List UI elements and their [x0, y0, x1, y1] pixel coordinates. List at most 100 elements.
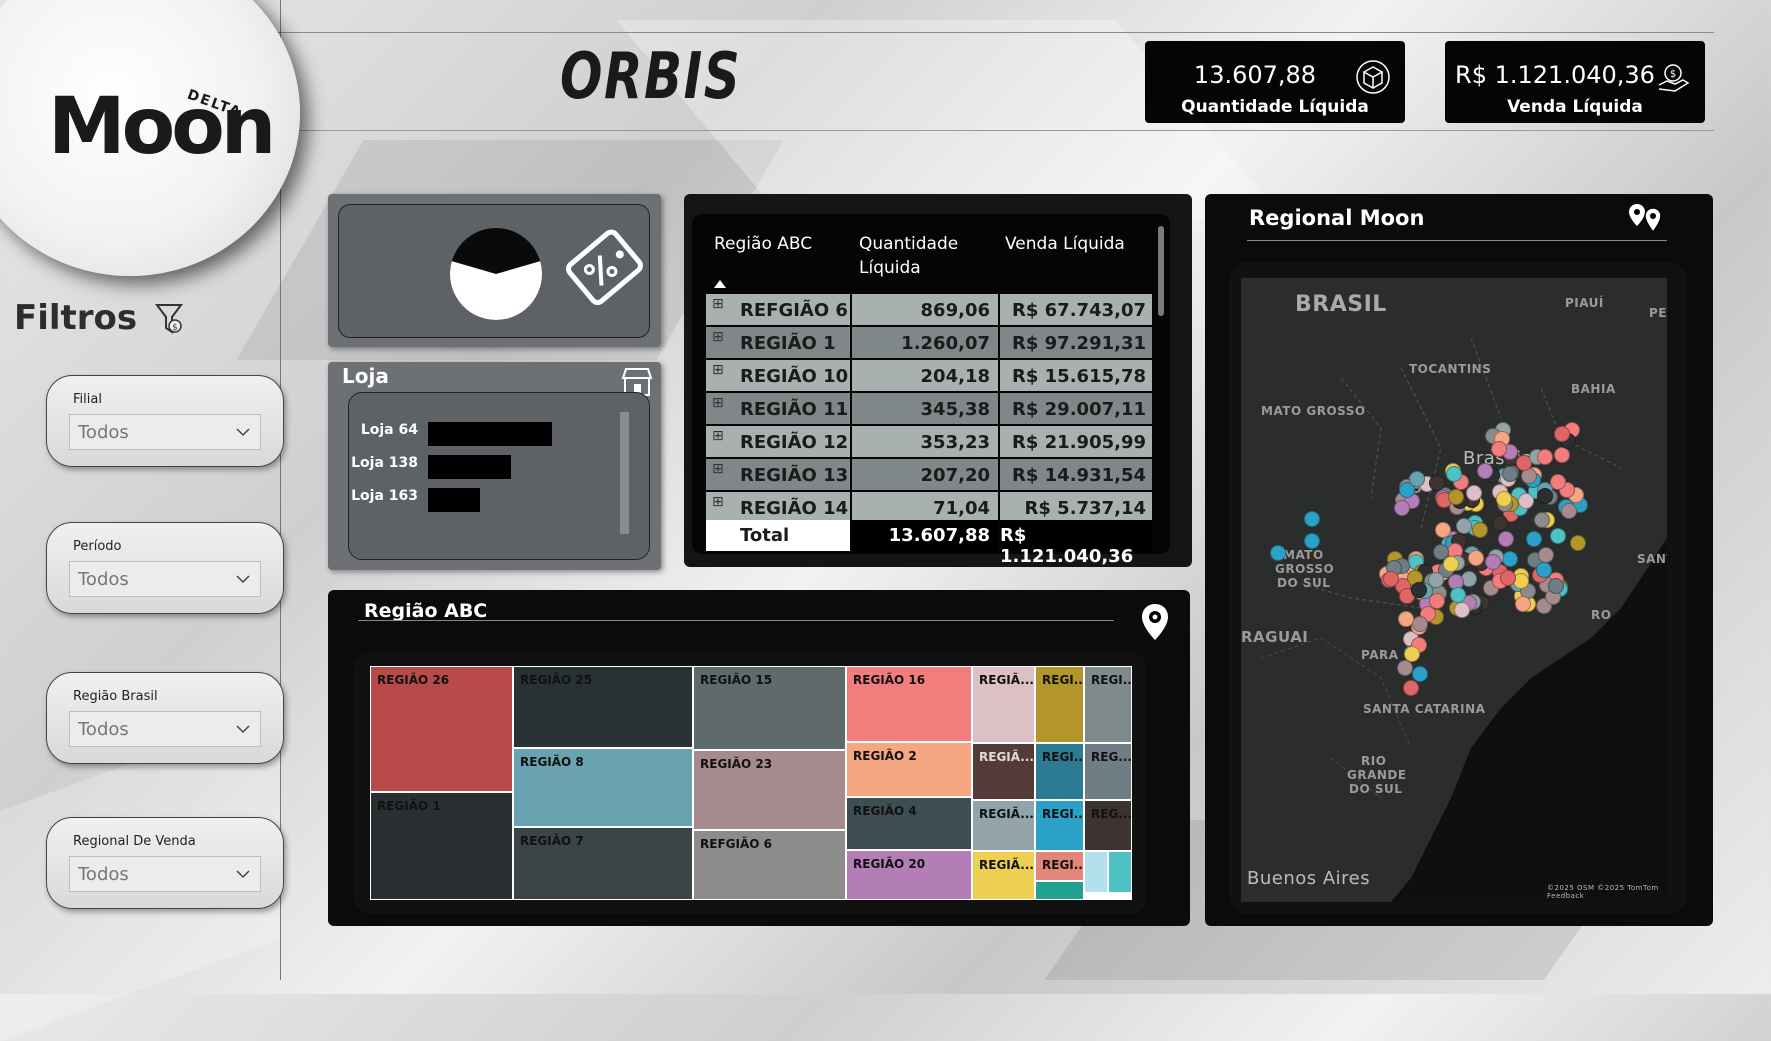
- map-point[interactable]: [1536, 561, 1553, 578]
- treemap-tile[interactable]: REGIÃO 2: [847, 743, 971, 796]
- expand-icon[interactable]: ⊞: [712, 494, 724, 510]
- map-point[interactable]: [1397, 611, 1414, 627]
- sort-ascending-icon[interactable]: [714, 280, 726, 288]
- treemap-tile[interactable]: REFGIÃO 6: [694, 831, 845, 899]
- table-row[interactable]: ⊞ REGIÃO 1 1.260,07 R$ 97.291,31: [706, 327, 1152, 359]
- loja-bar[interactable]: [428, 455, 511, 479]
- column-header-regiao[interactable]: Região ABC: [714, 232, 812, 256]
- map-point[interactable]: [1402, 680, 1419, 697]
- map-canvas[interactable]: BRASIL PIAUÍ PE TOCANTINS BAHIA MATO GRO…: [1241, 278, 1667, 902]
- treemap-tile[interactable]: REGIÃ...: [973, 667, 1034, 742]
- loja-bar[interactable]: [428, 488, 480, 512]
- treemap-tile[interactable]: REGIÃO 15: [694, 667, 845, 749]
- column-header-quantidade[interactable]: Quantidade Líquida: [859, 232, 969, 280]
- map-point[interactable]: [1448, 488, 1465, 505]
- treemap-tile[interactable]: REGIÃO 26: [371, 667, 512, 791]
- map-point[interactable]: [1435, 521, 1452, 538]
- expand-icon[interactable]: ⊞: [712, 395, 724, 411]
- treemap-tile[interactable]: [1109, 852, 1131, 892]
- map-point[interactable]: [1485, 553, 1502, 570]
- treemap-tile[interactable]: REGIÃO 16: [847, 667, 971, 741]
- filter-icon[interactable]: $: [155, 302, 185, 338]
- map-point[interactable]: [1383, 570, 1399, 587]
- expand-icon[interactable]: ⊞: [712, 296, 724, 312]
- map-point[interactable]: [1547, 577, 1564, 594]
- map-point[interactable]: [1410, 581, 1427, 598]
- map-point[interactable]: [1497, 530, 1514, 547]
- treemap-tile[interactable]: REGIÃO 25: [514, 667, 692, 747]
- table-row[interactable]: ⊞ REGIÃO 12 353,23 R$ 21.905,99: [706, 426, 1152, 458]
- treemap-tile[interactable]: REG...: [1085, 801, 1131, 850]
- map-point[interactable]: [1471, 522, 1488, 539]
- expand-icon[interactable]: ⊞: [712, 461, 724, 477]
- map-point[interactable]: [1537, 449, 1554, 466]
- treemap-tile[interactable]: REGIÃO 1: [371, 793, 512, 899]
- treemap-tile[interactable]: REGI...: [1036, 667, 1083, 742]
- cell-quantidade: 869,06: [920, 300, 990, 321]
- slicer-dropdown[interactable]: Todos: [69, 856, 261, 892]
- treemap-tile[interactable]: REG...: [1085, 744, 1131, 799]
- cell-regiao: REFGIÃO 6: [740, 300, 848, 321]
- slicer-dropdown[interactable]: Todos: [69, 561, 261, 597]
- map-point[interactable]: [1411, 616, 1428, 633]
- map-point[interactable]: [1550, 528, 1567, 545]
- map-point[interactable]: [1408, 470, 1425, 487]
- table-row[interactable]: ⊞ REFGIÃO 6 869,06 R$ 67.743,07: [706, 294, 1152, 326]
- map-point[interactable]: [1560, 503, 1577, 520]
- treemap-tile[interactable]: REGIÃ...: [973, 744, 1034, 799]
- map-point[interactable]: [1466, 484, 1483, 501]
- treemap-tile[interactable]: REGIÃO 8: [514, 749, 692, 826]
- map-point[interactable]: [1304, 511, 1320, 527]
- map-point[interactable]: [1502, 466, 1519, 483]
- loja-scrollbar[interactable]: [620, 412, 629, 534]
- treemap-tile[interactable]: REGIÃO 4: [847, 798, 971, 849]
- cell-regiao: REGIÃO 10: [740, 366, 849, 387]
- treemap-tile[interactable]: REGI...: [1036, 744, 1083, 799]
- table-row[interactable]: ⊞ REGIÃO 13 207,20 R$ 14.931,54: [706, 459, 1152, 491]
- table-row[interactable]: ⊞ REGIÃO 11 345,38 R$ 29.007,11: [706, 393, 1152, 425]
- treemap-tile[interactable]: REGIÃO 7: [514, 828, 692, 899]
- slicer-dropdown[interactable]: Todos: [69, 711, 261, 747]
- slicer-dropdown[interactable]: Todos: [69, 414, 261, 450]
- treemap-tile[interactable]: [1036, 882, 1083, 899]
- map-point[interactable]: [1394, 500, 1411, 517]
- pie-chart[interactable]: [448, 226, 544, 322]
- loja-bar[interactable]: [428, 422, 552, 446]
- map-point[interactable]: [1403, 646, 1420, 663]
- map-point[interactable]: [1553, 447, 1570, 464]
- table-scrollbar[interactable]: [1158, 226, 1164, 316]
- table-row[interactable]: ⊞ REGIÃO 10 204,18 R$ 15.615,78: [706, 360, 1152, 392]
- treemap-tile[interactable]: [1085, 852, 1107, 892]
- map-point[interactable]: [1554, 426, 1570, 442]
- map-point[interactable]: [1455, 517, 1472, 534]
- map-point[interactable]: [1518, 493, 1535, 510]
- map-point[interactable]: [1453, 601, 1470, 618]
- map-point[interactable]: [1476, 463, 1493, 480]
- map-point[interactable]: [1526, 530, 1543, 547]
- map-point[interactable]: [1495, 491, 1512, 508]
- expand-icon[interactable]: ⊞: [712, 428, 724, 444]
- treemap-tile[interactable]: REGI...: [1085, 667, 1131, 742]
- map-point[interactable]: [1304, 533, 1320, 549]
- cell-regiao: REGIÃO 1: [740, 333, 836, 354]
- map-point[interactable]: [1443, 555, 1460, 572]
- map-point[interactable]: [1445, 466, 1462, 483]
- treemap-tile[interactable]: REGI...: [1036, 852, 1083, 880]
- map-point[interactable]: [1412, 666, 1429, 683]
- treemap-tile[interactable]: REGIÃO 20: [847, 851, 971, 899]
- map-point[interactable]: [1270, 545, 1286, 561]
- map-point[interactable]: [1514, 596, 1531, 613]
- expand-icon[interactable]: ⊞: [712, 329, 724, 345]
- table-row[interactable]: ⊞ REGIÃO 14 71,04 R$ 5.737,14: [706, 492, 1152, 520]
- map-point[interactable]: [1449, 586, 1466, 603]
- treemap-tile[interactable]: REGIÃ...: [973, 852, 1034, 899]
- map-point[interactable]: [1491, 515, 1508, 532]
- map-point[interactable]: [1396, 660, 1413, 677]
- expand-icon[interactable]: ⊞: [712, 362, 724, 378]
- treemap-tile[interactable]: REGI...: [1036, 801, 1083, 850]
- treemap-tile[interactable]: REGIÃO 23: [694, 751, 845, 829]
- treemap-tile[interactable]: REGIÃ...: [973, 801, 1034, 850]
- column-header-venda[interactable]: Venda Líquida: [1005, 232, 1125, 256]
- map-point[interactable]: [1538, 547, 1555, 564]
- map-point[interactable]: [1569, 535, 1586, 552]
